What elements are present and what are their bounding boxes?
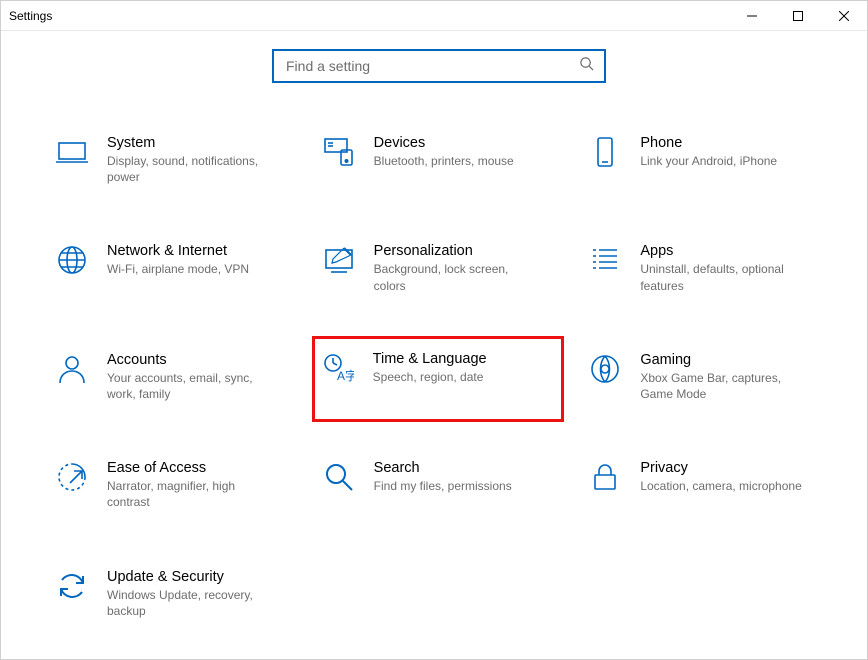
tile-desc: Speech, region, date bbox=[373, 369, 487, 385]
tile-desc: Your accounts, email, sync, work, family bbox=[107, 370, 272, 402]
tile-update-security[interactable]: Update & Security Windows Update, recove… bbox=[51, 565, 294, 625]
tile-ease-of-access[interactable]: Ease of Access Narrator, magnifier, high… bbox=[51, 456, 294, 516]
tile-desc: Bluetooth, printers, mouse bbox=[374, 153, 514, 169]
tile-title: Apps bbox=[640, 243, 805, 259]
tile-title: Privacy bbox=[640, 460, 801, 476]
settings-window: Settings bbox=[0, 0, 868, 660]
search-category-icon bbox=[322, 460, 356, 494]
personalization-icon bbox=[322, 243, 356, 277]
tile-gaming[interactable]: Gaming Xbox Game Bar, captures, Game Mod… bbox=[584, 348, 827, 408]
tile-search[interactable]: Search Find my files, permissions bbox=[318, 456, 561, 516]
network-icon bbox=[55, 243, 89, 277]
tile-desc: Background, lock screen, colors bbox=[374, 261, 539, 293]
gaming-icon bbox=[588, 352, 622, 386]
svg-text:A字: A字 bbox=[337, 368, 354, 383]
search-box[interactable] bbox=[272, 49, 606, 83]
maximize-button[interactable] bbox=[775, 1, 821, 30]
content-area: System Display, sound, notifications, po… bbox=[1, 31, 867, 659]
update-security-icon bbox=[55, 569, 89, 603]
search-input[interactable] bbox=[284, 57, 579, 75]
accounts-icon bbox=[55, 352, 89, 386]
tile-title: Accounts bbox=[107, 352, 272, 368]
window-controls bbox=[729, 1, 867, 30]
tile-title: Gaming bbox=[640, 352, 805, 368]
tile-title: Devices bbox=[374, 135, 514, 151]
apps-icon bbox=[588, 243, 622, 277]
tile-title: Personalization bbox=[374, 243, 539, 259]
tile-desc: Narrator, magnifier, high contrast bbox=[107, 478, 272, 510]
tile-privacy[interactable]: Privacy Location, camera, microphone bbox=[584, 456, 827, 516]
tile-desc: Display, sound, notifications, power bbox=[107, 153, 272, 185]
privacy-icon bbox=[588, 460, 622, 494]
minimize-button[interactable] bbox=[729, 1, 775, 30]
tile-apps[interactable]: Apps Uninstall, defaults, optional featu… bbox=[584, 239, 827, 299]
tile-title: Network & Internet bbox=[107, 243, 249, 259]
tile-phone[interactable]: Phone Link your Android, iPhone bbox=[584, 131, 827, 191]
close-button[interactable] bbox=[821, 1, 867, 30]
tile-title: System bbox=[107, 135, 272, 151]
search-icon bbox=[579, 56, 594, 76]
tile-time-language[interactable]: A字 Time & Language Speech, region, date bbox=[312, 336, 565, 422]
devices-icon bbox=[322, 135, 356, 169]
time-language-icon: A字 bbox=[321, 351, 355, 385]
tile-title: Time & Language bbox=[373, 351, 487, 367]
tile-devices[interactable]: Devices Bluetooth, printers, mouse bbox=[318, 131, 561, 191]
tile-accounts[interactable]: Accounts Your accounts, email, sync, wor… bbox=[51, 348, 294, 408]
ease-of-access-icon bbox=[55, 460, 89, 494]
tile-desc: Windows Update, recovery, backup bbox=[107, 587, 272, 619]
tile-desc: Find my files, permissions bbox=[374, 478, 512, 494]
tile-desc: Xbox Game Bar, captures, Game Mode bbox=[640, 370, 805, 402]
tile-title: Update & Security bbox=[107, 569, 272, 585]
window-title: Settings bbox=[9, 9, 52, 23]
tile-desc: Uninstall, defaults, optional features bbox=[640, 261, 805, 293]
tile-title: Phone bbox=[640, 135, 777, 151]
tile-title: Search bbox=[374, 460, 512, 476]
tile-personalization[interactable]: Personalization Background, lock screen,… bbox=[318, 239, 561, 299]
tile-system[interactable]: System Display, sound, notifications, po… bbox=[51, 131, 294, 191]
tile-desc: Wi-Fi, airplane mode, VPN bbox=[107, 261, 249, 277]
titlebar: Settings bbox=[1, 1, 867, 31]
system-icon bbox=[55, 135, 89, 169]
phone-icon bbox=[588, 135, 622, 169]
tile-desc: Location, camera, microphone bbox=[640, 478, 801, 494]
tile-desc: Link your Android, iPhone bbox=[640, 153, 777, 169]
tile-network[interactable]: Network & Internet Wi-Fi, airplane mode,… bbox=[51, 239, 294, 299]
tile-title: Ease of Access bbox=[107, 460, 272, 476]
settings-grid: System Display, sound, notifications, po… bbox=[51, 131, 827, 625]
